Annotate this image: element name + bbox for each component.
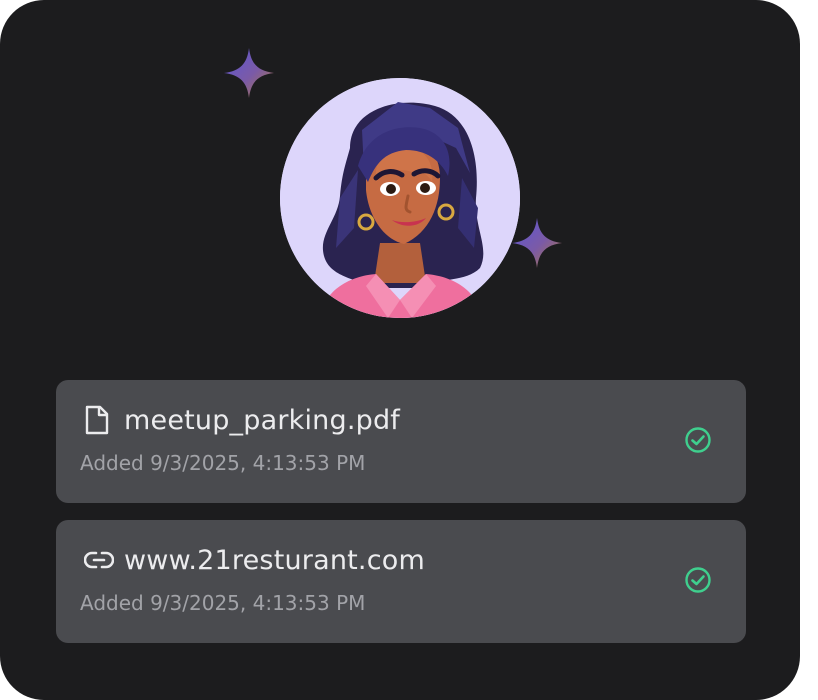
source-added-date: Added 9/3/2025, 4:13:53 PM — [80, 451, 366, 475]
source-item[interactable]: www.21resturant.com Added 9/3/2025, 4:13… — [56, 520, 746, 643]
file-icon — [84, 405, 114, 435]
source-title-row: www.21resturant.com — [84, 542, 425, 578]
link-icon — [84, 545, 114, 575]
source-title: www.21resturant.com — [124, 544, 425, 576]
check-circle-icon — [685, 427, 711, 453]
source-added-date: Added 9/3/2025, 4:13:53 PM — [80, 591, 366, 615]
check-circle-icon — [685, 567, 711, 593]
sparkle-icon — [512, 218, 562, 268]
sparkle-icon — [224, 48, 274, 98]
avatar — [280, 78, 520, 318]
source-title-row: meetup_parking.pdf — [84, 402, 400, 438]
source-title: meetup_parking.pdf — [124, 404, 400, 436]
avatar-portrait-icon — [280, 78, 520, 318]
sources-card: meetup_parking.pdf Added 9/3/2025, 4:13:… — [0, 0, 800, 700]
source-item[interactable]: meetup_parking.pdf Added 9/3/2025, 4:13:… — [56, 380, 746, 503]
